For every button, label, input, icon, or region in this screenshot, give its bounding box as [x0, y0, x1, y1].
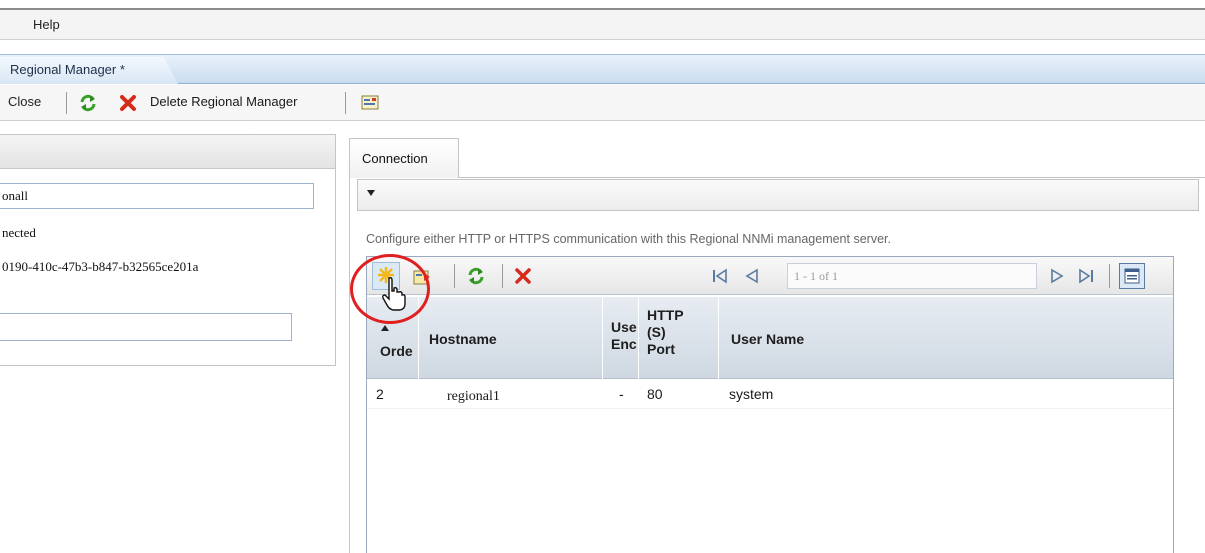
toolbar-separator: [345, 92, 346, 114]
tab-regional-manager[interactable]: Regional Manager *: [0, 57, 178, 84]
table-toolbar-separator: [1109, 264, 1110, 288]
last-page-icon[interactable]: [1077, 268, 1095, 284]
uuid-text: 0190-410c-47b3-b847-b32565ce201a: [2, 259, 199, 274]
cell-use-encryption: -: [619, 386, 624, 402]
general-panel-header: [0, 135, 335, 169]
collapse-arrow-icon[interactable]: [367, 190, 375, 196]
column-user-name-label: User Name: [731, 331, 805, 347]
refresh-icon[interactable]: [466, 266, 486, 286]
form-toolbar: Close Delete Regional Manager: [0, 85, 1205, 121]
pager-text: 1 - 1 of 1: [787, 263, 1037, 289]
secondary-field[interactable]: [0, 313, 292, 341]
delete-icon: [120, 95, 136, 111]
connection-section-header[interactable]: [357, 179, 1199, 211]
hand-cursor-icon: [382, 277, 406, 311]
tab-connection[interactable]: Connection: [349, 138, 459, 178]
delete-button-label: Delete Regional Manager: [150, 94, 298, 109]
column-order-label: Orde: [380, 343, 413, 359]
connection-state-text: nected: [2, 225, 36, 240]
sort-ascending-icon: [381, 325, 389, 331]
table-view-button[interactable]: [1119, 263, 1145, 289]
column-http-port[interactable]: HTTP (S) Port: [639, 297, 719, 379]
window-top-edge: [0, 0, 1205, 10]
cell-user-name: system: [729, 386, 774, 402]
menu-bar: Help: [0, 10, 1205, 40]
table-row[interactable]: 2 regional1 - 80 system: [367, 379, 1173, 409]
column-use-encryption[interactable]: Use Enc: [603, 297, 639, 379]
table-toolbar-separator: [502, 264, 503, 288]
table-toolbar-separator: [454, 264, 455, 288]
close-button[interactable]: Close: [8, 94, 41, 109]
previous-page-icon[interactable]: [744, 268, 760, 284]
delete-icon[interactable]: [514, 267, 532, 285]
name-field[interactable]: onall: [0, 183, 314, 209]
first-page-icon[interactable]: [711, 268, 729, 284]
refresh-icon[interactable]: [78, 93, 98, 113]
form-view-icon[interactable]: [360, 93, 380, 113]
general-panel: onall nected 0190-410c-47b3-b847-b32565c…: [0, 134, 336, 366]
column-http-port-label: HTTP (S) Port: [647, 307, 684, 357]
connection-table: 1 - 1 of 1 Orde Hostname Use Enc HTTP (S…: [366, 256, 1174, 553]
column-hostname[interactable]: Hostname: [419, 297, 603, 379]
table-toolbar: 1 - 1 of 1: [367, 257, 1173, 295]
delete-regional-manager-button[interactable]: Delete Regional Manager: [112, 91, 297, 115]
column-use-encryption-label: Use Enc: [611, 319, 637, 352]
column-user-name[interactable]: User Name: [719, 297, 1173, 379]
table-header: Orde Hostname Use Enc HTTP (S) Port User…: [367, 297, 1173, 379]
menu-help[interactable]: Help: [33, 17, 60, 32]
cell-order: 2: [376, 386, 384, 402]
toolbar-separator: [66, 92, 67, 114]
cell-port: 80: [647, 386, 663, 402]
column-hostname-label: Hostname: [429, 331, 497, 347]
cell-hostname: regional1: [447, 389, 500, 404]
next-page-icon[interactable]: [1049, 268, 1065, 284]
document-tab-strip: Regional Manager *: [0, 54, 1205, 84]
table-view-icon: [1124, 268, 1140, 284]
connection-description: Configure either HTTP or HTTPS communica…: [366, 232, 891, 246]
